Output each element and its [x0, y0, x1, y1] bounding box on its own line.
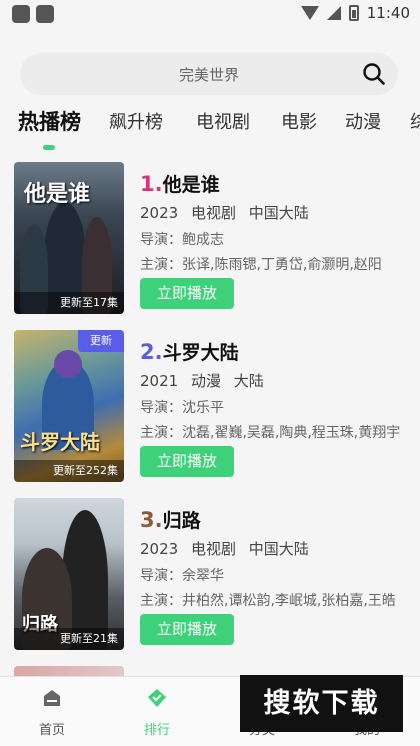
item-director: 导演：鲍成志 [140, 232, 224, 248]
play-now-button[interactable]: 立即播放 [140, 278, 234, 309]
item-meta: 2021 动漫 大陆 [140, 370, 272, 391]
item-director: 导演：余翠华 [140, 568, 224, 584]
item-meta: 2023 电视剧 中国大陆 [140, 538, 317, 559]
tab-anime[interactable]: 动漫 [345, 108, 381, 134]
item-type: 动漫 [190, 372, 221, 390]
item-year: 2021 [140, 372, 179, 390]
item-title[interactable]: 3.归路 [140, 506, 201, 533]
nav-home[interactable]: 首页 [12, 687, 92, 738]
rank-number: 3. [140, 508, 163, 532]
home-icon [44, 690, 60, 706]
item-meta: 2023 电视剧 中国大陆 [140, 202, 317, 223]
item-title-text: 斗罗大陆 [162, 342, 239, 364]
search-icon[interactable] [362, 62, 386, 86]
item-cast: 主演：沈磊,翟巍,吴磊,陶典,程玉珠,黄翔宇 [140, 425, 401, 441]
active-tab-indicator [43, 145, 55, 150]
update-badge: 更新 [78, 330, 124, 352]
gallery-notification-icon [12, 5, 30, 23]
list-item[interactable]: 归路 更新至21集 3.归路 2023 电视剧 中国大陆 导演：余翠华 主演：井… [14, 498, 414, 650]
item-region: 大陆 [233, 372, 264, 390]
tab-hot[interactable]: 热播榜 [18, 108, 81, 136]
item-title[interactable]: 2.斗罗大陆 [140, 338, 239, 365]
wifi-icon [300, 6, 319, 20]
list-item[interactable]: 斗罗大陆 更新 更新至252集 2.斗罗大陆 2021 动漫 大陆 导演：沈乐平… [14, 330, 414, 482]
tab-variety[interactable]: 综 [410, 108, 420, 134]
poster-image[interactable]: 斗罗大陆 更新 更新至252集 [14, 330, 124, 482]
status-bar: 11:40 [0, 0, 420, 30]
nav-home-label: 首页 [38, 723, 65, 738]
item-type: 电视剧 [190, 540, 236, 558]
item-cast: 主演：井柏然,谭松韵,李岷城,张柏嘉,王皓 [140, 593, 396, 609]
nav-ranking[interactable]: 排行 [117, 687, 197, 738]
poster-image[interactable]: 他是谁 更新至17集 [14, 162, 124, 314]
status-time: 11:40 [366, 4, 410, 22]
tab-rising[interactable]: 飙升榜 [109, 108, 163, 134]
item-title-text: 归路 [162, 510, 201, 532]
item-region: 中国大陆 [248, 540, 309, 558]
app-notification-icon [36, 5, 54, 23]
rank-number: 1. [140, 172, 163, 196]
item-cast: 主演：张译,陈雨锶,丁勇岱,俞灏明,赵阳 [140, 257, 382, 273]
item-year: 2023 [140, 540, 179, 558]
item-type: 电视剧 [190, 204, 236, 222]
ranking-icon [148, 689, 166, 707]
poster-image[interactable]: 归路 更新至21集 [14, 498, 124, 650]
category-tabs: 热播榜 飙升榜 电视剧 电影 动漫 综 [0, 108, 420, 148]
poster-title-art: 斗罗大陆 [20, 430, 100, 454]
item-year: 2023 [140, 204, 179, 222]
tab-tv-series[interactable]: 电视剧 [196, 108, 250, 134]
play-now-button[interactable]: 立即播放 [140, 614, 234, 645]
episode-caption: 更新至17集 [14, 292, 124, 314]
watermark-logo: 搜软下载 [240, 675, 403, 732]
tab-movies[interactable]: 电影 [281, 108, 317, 134]
item-director: 导演：沈乐平 [140, 400, 224, 416]
poster-title-art: 他是谁 [24, 181, 91, 207]
search-bar[interactable]: 完美世界 [20, 53, 398, 95]
episode-caption: 更新至252集 [14, 460, 124, 482]
signal-icon [326, 6, 341, 20]
play-now-button[interactable]: 立即播放 [140, 446, 234, 477]
item-title-text: 他是谁 [162, 174, 220, 196]
episode-caption: 更新至21集 [14, 628, 124, 650]
battery-icon [348, 5, 359, 21]
search-placeholder[interactable]: 完美世界 [20, 64, 398, 85]
rank-number: 2. [140, 340, 163, 364]
item-title[interactable]: 1.他是谁 [140, 170, 220, 197]
item-region: 中国大陆 [248, 204, 309, 222]
list-item[interactable]: 他是谁 更新至17集 1.他是谁 2023 电视剧 中国大陆 导演：鲍成志 主演… [14, 162, 414, 314]
nav-ranking-label: 排行 [143, 723, 170, 738]
